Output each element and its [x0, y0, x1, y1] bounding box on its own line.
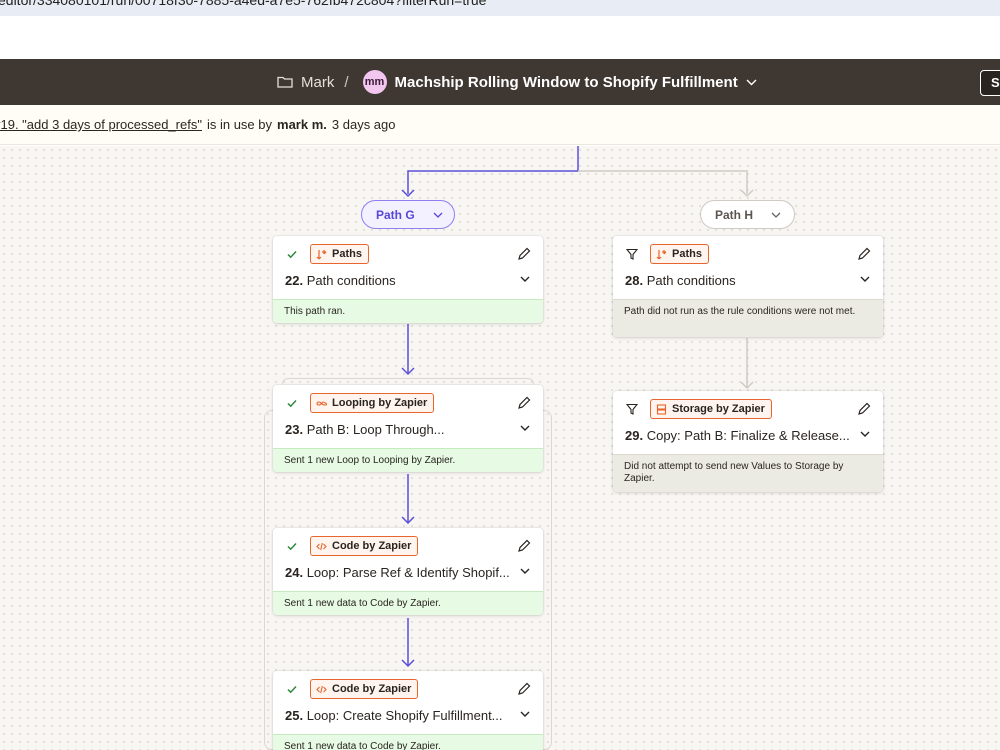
app-badge: Paths — [650, 244, 709, 264]
browser-toolbar-spacer — [0, 16, 1000, 59]
app-name: Paths — [672, 248, 702, 260]
version-link[interactable]: v19. "add 3 days of processed_refs" — [0, 117, 202, 132]
loop-icon — [316, 400, 327, 406]
pencil-icon[interactable] — [517, 682, 531, 696]
chevron-down-icon[interactable] — [520, 568, 530, 575]
header-action-button[interactable]: S — [980, 70, 1000, 96]
step-status-message: Sent 1 new Loop to Looping by Zapier. — [273, 448, 543, 472]
app-badge: Looping by Zapier — [310, 393, 435, 413]
app-name: Paths — [332, 248, 362, 260]
editor-header: Mark / mm Machship Rolling Window to Sho… — [0, 59, 1000, 105]
step-name: Loop: Create Shopify Fulfillment... — [306, 708, 503, 723]
app-name: Code by Zapier — [332, 540, 412, 552]
pencil-icon[interactable] — [517, 247, 531, 261]
step-card-25[interactable]: Code by Zapier 25. Loop: Create Shopify … — [273, 671, 543, 750]
step-status-message: This path ran. — [273, 299, 543, 323]
app-badge: Code by Zapier — [310, 536, 419, 556]
chevron-down-icon — [771, 212, 781, 218]
step-name: Path conditions — [306, 273, 396, 288]
check-icon — [287, 250, 297, 259]
step-title: 23. Path B: Loop Through... — [285, 422, 445, 437]
step-status-message: Sent 1 new data to Code by Zapier. — [273, 734, 543, 750]
check-icon — [287, 399, 297, 408]
folder-icon — [277, 76, 293, 88]
check-icon — [287, 542, 297, 551]
path-h-pill[interactable]: Path H — [700, 200, 795, 229]
chevron-down-icon[interactable] — [860, 431, 870, 438]
breadcrumb-separator: / — [344, 73, 349, 91]
step-card-23[interactable]: Looping by Zapier 23. Path B: Loop Throu… — [273, 385, 543, 472]
step-status-message: Sent 1 new data to Code by Zapier. — [273, 591, 543, 615]
code-icon — [316, 542, 327, 550]
path-g-pill[interactable]: Path G — [361, 200, 455, 229]
avatar: mm — [362, 70, 387, 94]
app-badge: Paths — [310, 244, 369, 264]
breadcrumb: Mark / mm Machship Rolling Window to Sho… — [277, 59, 757, 105]
chevron-down-icon[interactable] — [860, 276, 870, 283]
chevron-down-icon[interactable] — [746, 79, 757, 86]
path-label: Path G — [376, 207, 415, 222]
step-name: Loop: Parse Ref & Identify Shopif... — [306, 565, 510, 580]
app-name: Storage by Zapier — [672, 403, 765, 415]
chevron-down-icon[interactable] — [520, 711, 530, 718]
pencil-icon[interactable] — [517, 539, 531, 553]
chevron-down-icon — [433, 212, 443, 218]
app-name: Looping by Zapier — [332, 397, 428, 409]
step-number: 23. — [285, 422, 304, 437]
step-status-message: Path did not run as the rule conditions … — [613, 299, 883, 337]
paths-icon — [656, 249, 667, 259]
step-card-28[interactable]: Paths 28. Path conditions Path did not r… — [613, 236, 883, 337]
step-name: Path conditions — [646, 273, 736, 288]
step-card-29[interactable]: Storage by Zapier 29. Copy: Path B: Fina… — [613, 391, 883, 492]
step-number: 29. — [625, 428, 644, 443]
filter-icon — [626, 248, 638, 260]
step-name: Path B: Loop Through... — [306, 422, 445, 437]
step-name: Copy: Path B: Finalize & Release... — [646, 428, 850, 443]
step-title: 29. Copy: Path B: Finalize & Release... — [625, 428, 850, 443]
step-title: 25. Loop: Create Shopify Fulfillment... — [285, 708, 503, 723]
step-number: 24. — [285, 565, 304, 580]
pencil-icon[interactable] — [857, 402, 871, 416]
chevron-down-icon[interactable] — [520, 276, 530, 283]
url-text: editor/334080101/run/00718f30-7885-a4ed-… — [0, 0, 487, 8]
banner-user: mark m. — [277, 117, 327, 132]
code-icon — [316, 685, 327, 693]
step-number: 28. — [625, 273, 644, 288]
step-card-22[interactable]: Paths 22. Path conditions This path ran. — [273, 236, 543, 323]
path-label: Path H — [715, 207, 754, 222]
step-title: 24. Loop: Parse Ref & Identify Shopif... — [285, 565, 510, 580]
step-number: 22. — [285, 273, 304, 288]
check-icon — [287, 685, 297, 694]
loop-stack-edge — [282, 378, 534, 384]
step-status-message: Did not attempt to send new Values to St… — [613, 454, 883, 492]
chevron-down-icon[interactable] — [520, 425, 530, 432]
pencil-icon[interactable] — [517, 396, 531, 410]
app-badge: Storage by Zapier — [650, 399, 772, 419]
app-badge: Code by Zapier — [310, 679, 419, 699]
step-number: 25. — [285, 708, 304, 723]
filter-icon — [626, 403, 638, 415]
storage-icon — [656, 403, 667, 415]
version-banner: v19. "add 3 days of processed_refs" is i… — [0, 105, 1000, 145]
zap-title[interactable]: Machship Rolling Window to Shopify Fulfi… — [395, 74, 738, 91]
step-title: 28. Path conditions — [625, 273, 736, 288]
paths-icon — [316, 249, 327, 259]
step-card-24[interactable]: Code by Zapier 24. Loop: Parse Ref & Ide… — [273, 528, 543, 615]
banner-text: is in use by — [206, 117, 273, 132]
folder-name[interactable]: Mark — [301, 74, 334, 91]
step-title: 22. Path conditions — [285, 273, 396, 288]
banner-time: 3 days ago — [331, 117, 396, 132]
browser-url-bar[interactable]: editor/334080101/run/00718f30-7885-a4ed-… — [0, 0, 1000, 16]
workflow-canvas[interactable]: Path G Path H Paths 22. Path conditions … — [0, 146, 1000, 750]
pencil-icon[interactable] — [857, 247, 871, 261]
app-name: Code by Zapier — [332, 683, 412, 695]
